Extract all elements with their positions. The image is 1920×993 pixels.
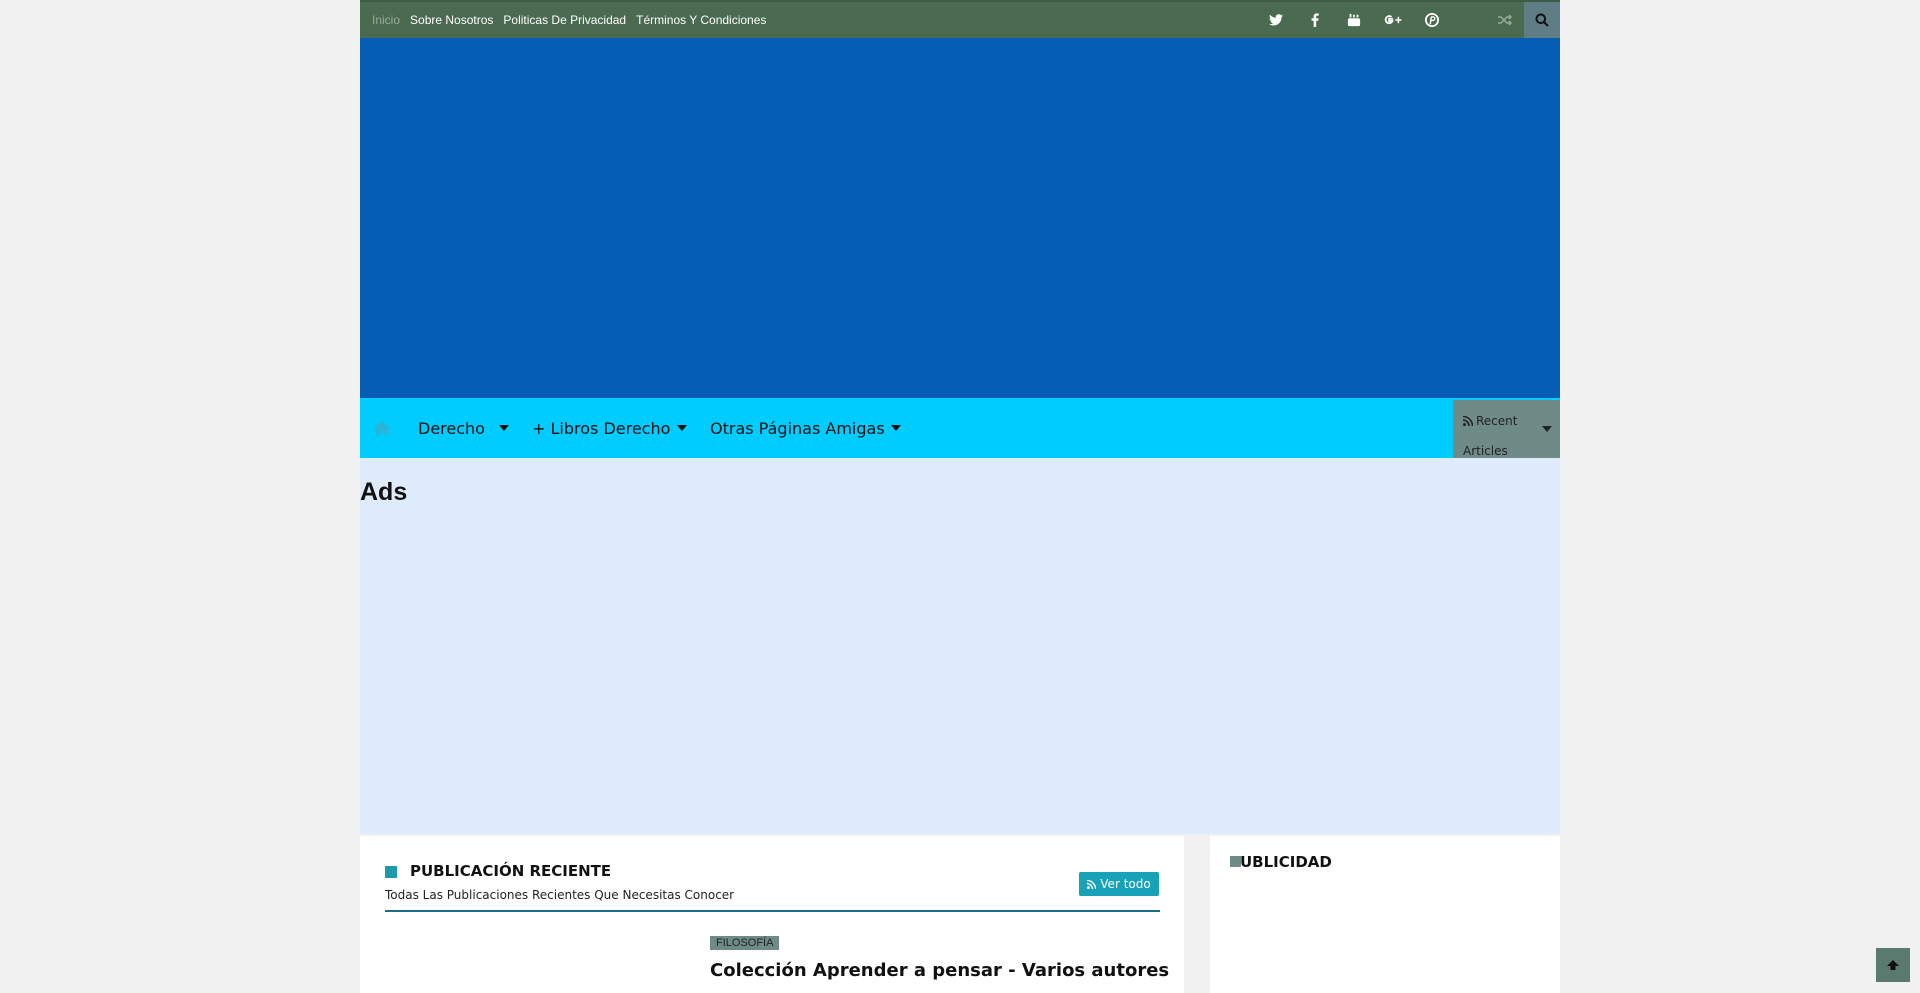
recent-articles-label-wrap: Recent Articles (1462, 406, 1533, 466)
nav-item-derecho[interactable]: Derecho (418, 398, 485, 458)
top-nav-inicio[interactable]: Inicio (372, 13, 400, 27)
top-nav-sobre-nosotros[interactable]: Sobre Nosotros (410, 13, 493, 27)
top-bar: Inicio Sobre Nosotros Politicas De Priva… (360, 0, 1560, 38)
section-divider (385, 910, 1160, 912)
back-to-top-button[interactable] (1876, 948, 1910, 982)
chevron-down-icon (1542, 426, 1552, 432)
facebook-icon[interactable] (1295, 2, 1334, 38)
nav-item-otras-paginas[interactable]: Otras Páginas Amigas (710, 398, 885, 458)
view-all-button[interactable]: Ver todo (1079, 872, 1159, 896)
top-nav: Inicio Sobre Nosotros Politicas De Priva… (372, 2, 766, 38)
view-all-label: Ver todo (1100, 877, 1151, 891)
nav-item-derecho-label: Derecho (418, 418, 485, 438)
nav-item-otras-label: Otras Páginas Amigas (710, 418, 885, 438)
section-marker-icon (385, 866, 397, 878)
youtube-icon[interactable] (1334, 2, 1373, 38)
widget-title: UBLICIDAD (1240, 853, 1332, 871)
page-wrapper: Inicio Sobre Nosotros Politicas De Priva… (360, 0, 1560, 993)
search-button[interactable] (1524, 2, 1560, 38)
pinterest-icon[interactable] (1412, 2, 1451, 38)
recent-posts-panel: PUBLICACIÓN RECIENTE Todas Las Publicaci… (360, 836, 1184, 993)
rss-icon (1087, 879, 1097, 889)
chevron-down-icon (891, 425, 901, 431)
twitter-icon[interactable] (1256, 2, 1295, 38)
ads-title: Ads (360, 478, 408, 506)
section-title: PUBLICACIÓN RECIENTE (410, 862, 612, 880)
social-links (1256, 2, 1451, 38)
nav-item-libros-label: + Libros Derecho (532, 418, 671, 438)
top-nav-terminos[interactable]: Términos Y Condiciones (636, 13, 766, 27)
ads-section: Ads (360, 458, 1560, 834)
post-title-link[interactable]: Colección Aprender a pensar - Varios aut… (710, 960, 1169, 981)
chevron-down-icon (499, 425, 509, 431)
main-nav: Derecho + Libros Derecho Otras Páginas A… (360, 398, 1560, 458)
search-icon (1535, 13, 1549, 27)
sidebar-widget: UBLICIDAD (1210, 836, 1560, 993)
recent-articles-dropdown[interactable]: Recent Articles (1453, 400, 1560, 458)
rss-icon (1462, 415, 1474, 427)
header-banner (360, 38, 1560, 398)
arrow-up-icon (1887, 960, 1899, 970)
nav-item-libros-derecho[interactable]: + Libros Derecho (532, 398, 670, 458)
category-badge[interactable]: FILOSOFÍA (710, 936, 780, 950)
home-icon[interactable] (370, 398, 394, 458)
chevron-down-icon (677, 425, 687, 431)
top-nav-politicas[interactable]: Politicas De Privacidad (503, 13, 626, 27)
section-subtitle: Todas Las Publicaciones Recientes Que Ne… (385, 888, 735, 902)
random-post-icon[interactable] (1490, 2, 1520, 38)
google-plus-icon[interactable] (1373, 2, 1412, 38)
